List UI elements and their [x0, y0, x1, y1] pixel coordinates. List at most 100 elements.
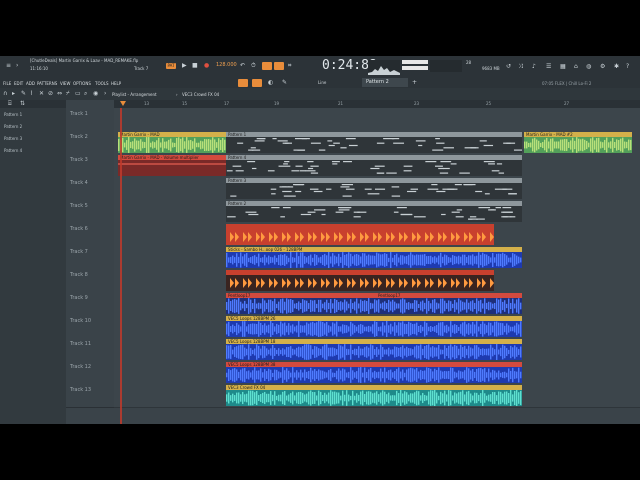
menu-icon[interactable]: ≡	[6, 62, 11, 69]
track-lane[interactable]: VEC3 Crowd FX 04	[114, 384, 640, 408]
loop-record-button[interactable]	[274, 62, 284, 70]
wait-icon[interactable]: ⏱	[251, 62, 256, 69]
pencil-icon[interactable]: ✎	[282, 79, 287, 86]
play-small-icon[interactable]: ▸	[12, 90, 15, 97]
track-lane[interactable]: VEC5 Loops 128BPM 18	[114, 338, 640, 362]
tempo-display[interactable]: 128.000	[216, 62, 237, 68]
piano-roll-icon[interactable]: ▦	[560, 63, 566, 70]
track-lane[interactable]: Martin Garrix - MAD - Volume multiplier P…	[114, 154, 640, 178]
track-lane[interactable]: Pattern 3	[114, 177, 640, 201]
brush-tool-icon[interactable]: ⌇	[30, 90, 33, 97]
track-lane[interactable]: Sticks - Sambo H...oop 026 - 128BPM	[114, 246, 640, 270]
pattern-item[interactable]: Pattern 2	[2, 122, 60, 132]
play-icon[interactable]: ▶	[182, 62, 187, 69]
help-icon[interactable]: ?	[626, 63, 629, 70]
mic-icon[interactable]: ♪	[532, 63, 536, 70]
step-icon[interactable]: ⌗	[288, 62, 291, 69]
playlist-clip[interactable]: Sticks - Sambo H...oop 026 - 128BPM	[226, 247, 522, 268]
magnet-icon[interactable]: ∩	[3, 90, 7, 97]
track-lane[interactable]	[114, 223, 640, 247]
playlist-clip[interactable]	[226, 270, 494, 291]
metronome-icon[interactable]: ↶	[240, 62, 245, 69]
settings-icon[interactable]: ✱	[614, 63, 619, 70]
news-ticker[interactable]: 07:05 FLEX | Chill Lo-Fi 2	[542, 81, 591, 86]
timeline-ruler[interactable]: 13 15 17 19 21 23 25 27	[114, 100, 640, 108]
channel-rack-icon[interactable]: ⚙	[600, 63, 605, 70]
menu-add[interactable]: ADD	[26, 81, 35, 86]
track-header[interactable]: Track 6	[66, 223, 114, 247]
step-edit-button[interactable]	[252, 79, 262, 87]
playlist-clip[interactable]: VEC3 Crowd FX 04	[226, 385, 522, 406]
pattern-selector[interactable]: Pattern 2	[362, 78, 408, 87]
menu-file[interactable]: FILE	[3, 81, 11, 86]
undo-icon[interactable]: ↺	[506, 63, 511, 70]
track-lane[interactable]: Pattern 2	[114, 200, 640, 224]
track-lane[interactable]: Pentloop17 Pentloop17	[114, 292, 640, 316]
menu-view[interactable]: VIEW	[60, 81, 70, 86]
playlist-clip[interactable]: Pattern 2	[226, 201, 522, 222]
pat-button[interactable]: PAT	[166, 63, 176, 69]
track-lane[interactable]: VEC5 Loops 128BPM 26	[114, 315, 640, 339]
playback-tool-icon[interactable]: ◉	[93, 90, 98, 97]
menu-edit[interactable]: EDIT	[14, 81, 23, 86]
mute-tool-icon[interactable]: ⊘	[48, 90, 53, 97]
arrow-icon[interactable]: ›	[16, 62, 18, 69]
playlist-clip[interactable]: Pattern 3	[226, 178, 522, 199]
zoom-tool-icon[interactable]: ⌕	[84, 90, 87, 97]
track-header[interactable]: Track 12	[66, 361, 114, 385]
menu-help[interactable]: HELP	[111, 81, 121, 86]
playhead-marker-icon[interactable]	[120, 101, 126, 106]
track-header[interactable]: Track 13	[66, 384, 114, 408]
playlist-clip[interactable]: VEC5 Loops 128BPM 38	[226, 362, 522, 383]
playlist-clip[interactable]: VEC5 Loops 128BPM 18	[226, 339, 522, 360]
playlist-clip[interactable]: Pentloop17	[226, 293, 376, 314]
track-header[interactable]: Track 5	[66, 200, 114, 224]
menu-options[interactable]: OPTIONS	[73, 81, 91, 86]
snap-selector[interactable]: Line	[318, 80, 326, 85]
playlist-clip[interactable]: Martin Garrix - MAD #2	[524, 132, 632, 153]
plugin-icon[interactable]: ◍	[586, 63, 591, 70]
track-header[interactable]: Track 10	[66, 315, 114, 339]
playlist-clip[interactable]: Pattern 4	[226, 155, 522, 176]
plus-icon[interactable]: +	[412, 79, 417, 86]
menu-patterns[interactable]: PATTERNS	[37, 81, 57, 86]
playlist-clip[interactable]: Pattern 1	[226, 132, 522, 153]
countdown-button[interactable]	[262, 62, 272, 70]
delete-tool-icon[interactable]: ✕	[39, 90, 44, 97]
playlist-clip[interactable]: Martin Garrix - MAD - Volume multiplier	[118, 155, 226, 176]
menu-tools[interactable]: TOOLS	[95, 81, 109, 86]
picker-sort-icon[interactable]: ⇅	[20, 100, 25, 107]
slip-tool-icon[interactable]: ⇔	[57, 90, 62, 97]
record-icon[interactable]: ●	[204, 62, 209, 69]
pencil-tool-icon[interactable]: ✎	[21, 90, 26, 97]
track-header[interactable]: Track 7	[66, 246, 114, 270]
track-header[interactable]: Track 4	[66, 177, 114, 201]
playlist-clip[interactable]: VEC5 Loops 128BPM 26	[226, 316, 522, 337]
select-tool-icon[interactable]: ▭	[75, 90, 81, 97]
pattern-item[interactable]: Pattern 1	[2, 110, 60, 120]
playlist-clip[interactable]	[226, 224, 494, 245]
track-lane[interactable]	[114, 108, 640, 132]
master-volume-bar[interactable]	[402, 66, 428, 70]
track-header[interactable]: Track 1	[66, 108, 114, 132]
snap-icon[interactable]: ⤨	[518, 63, 523, 70]
track-lane[interactable]: Martin Garrix - MAD Pattern 1 Martin Garri…	[114, 131, 640, 155]
playlist-clip[interactable]: Martin Garrix - MAD	[118, 132, 226, 153]
track-header[interactable]: Track 11	[66, 338, 114, 362]
pattern-item[interactable]: Pattern 3	[2, 134, 60, 144]
arrow-right-icon[interactable]: ›	[104, 90, 106, 97]
track-lane[interactable]	[114, 269, 640, 293]
track-header[interactable]: Track 9	[66, 292, 114, 316]
playlist-clip[interactable]: Pentloop17	[376, 293, 522, 314]
slice-tool-icon[interactable]: ⌿	[66, 90, 70, 97]
picker-icon[interactable]: ⌸	[8, 100, 12, 107]
pattern-item[interactable]: Pattern 4	[2, 146, 60, 156]
master-pitch-bar[interactable]	[402, 60, 428, 64]
stop-icon[interactable]: ■	[192, 62, 198, 69]
track-header[interactable]: Track 8	[66, 269, 114, 293]
mixer-icon[interactable]: ☰	[546, 63, 551, 70]
track-header[interactable]: Track 3	[66, 154, 114, 178]
browser-icon[interactable]: ⌂	[574, 63, 578, 70]
blend-icon[interactable]: ◐	[268, 79, 273, 86]
typing-keyboard-button[interactable]	[238, 79, 248, 87]
